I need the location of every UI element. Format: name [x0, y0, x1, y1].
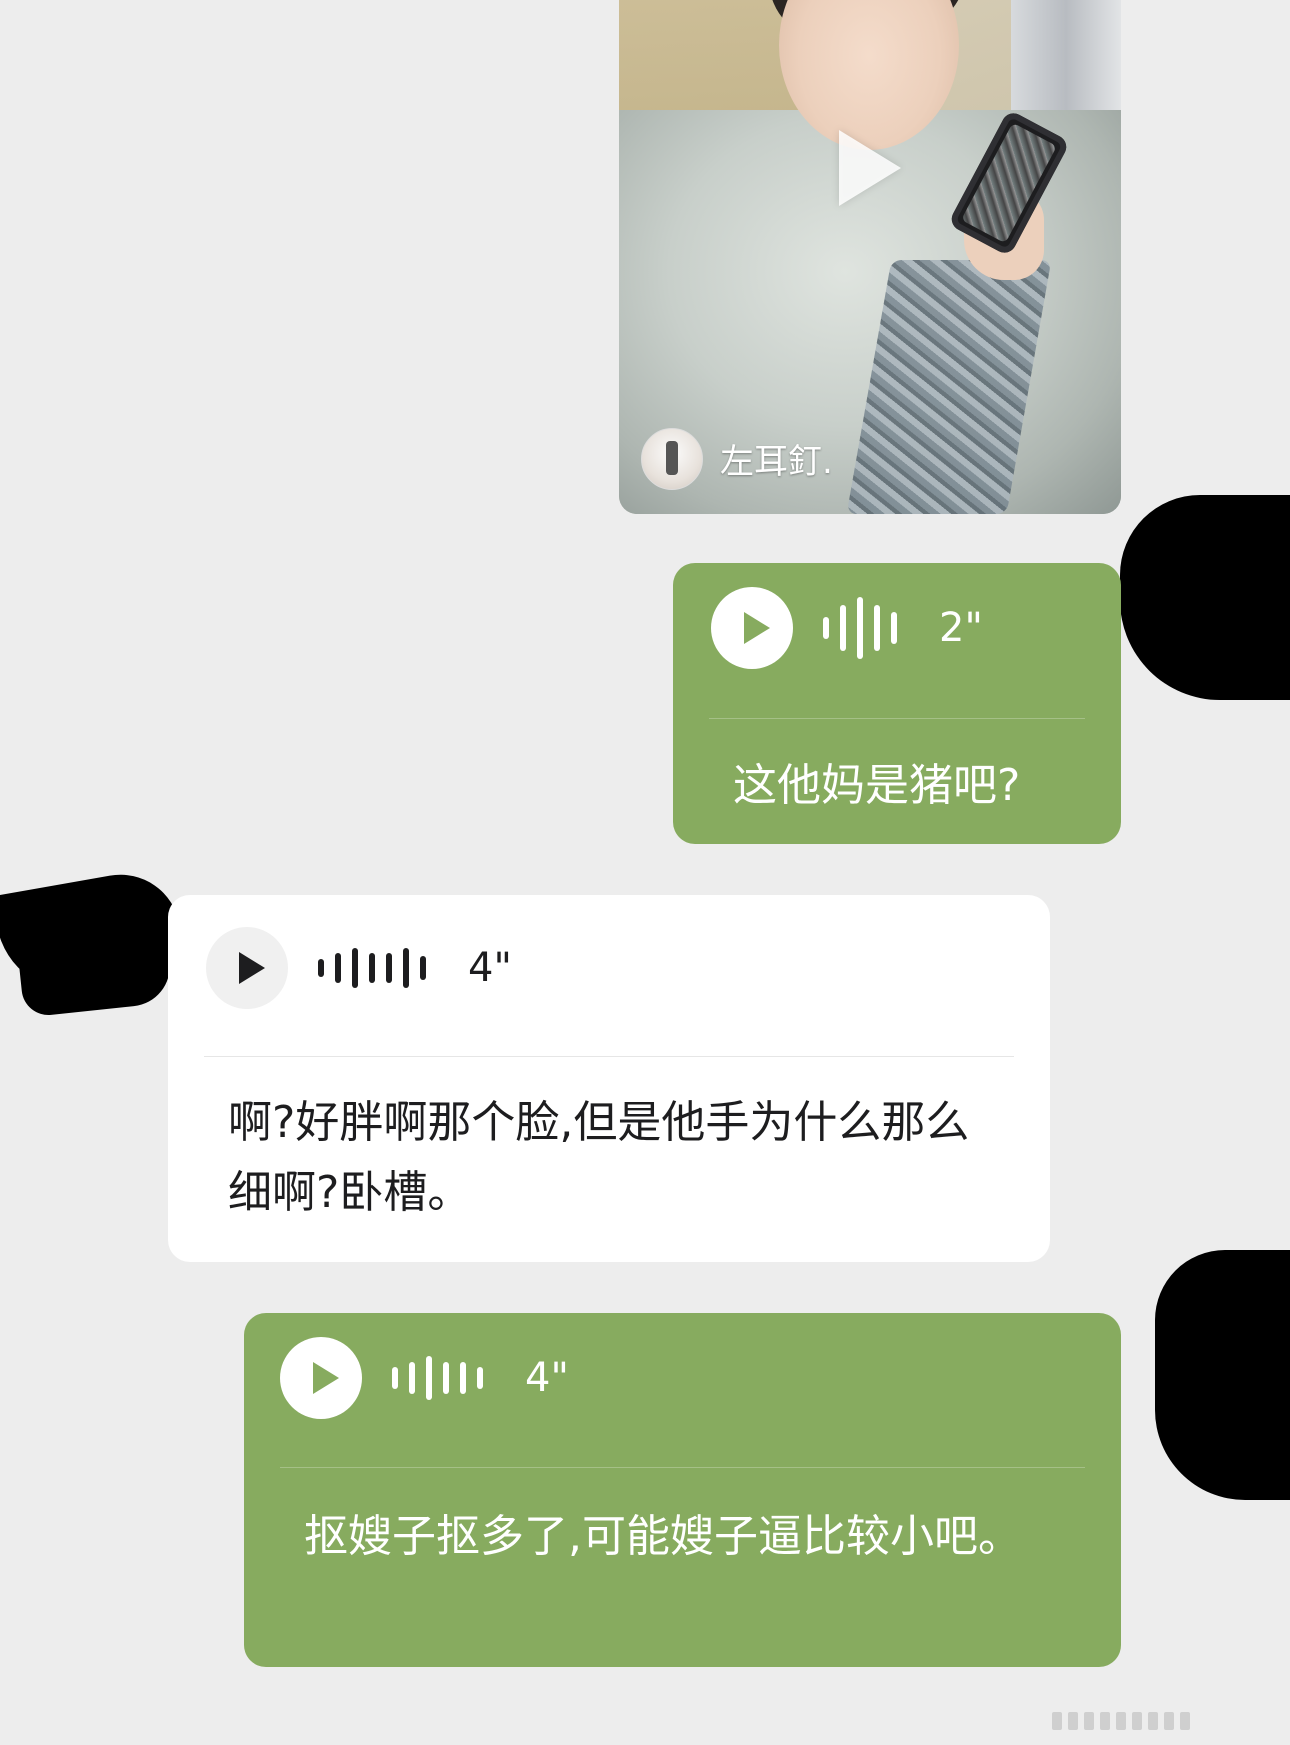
voice-duration: 2" — [939, 605, 983, 651]
soundwave-bar — [318, 959, 324, 977]
voice-row: 2" — [711, 587, 983, 669]
soundwave-bar — [874, 605, 880, 651]
redacted-avatar-right-2 — [1155, 1250, 1290, 1500]
voice-duration: 4" — [525, 1355, 569, 1401]
voice-row: 4" — [206, 927, 512, 1009]
soundwave-bar — [403, 948, 409, 988]
soundwave-bar — [443, 1362, 449, 1394]
transcript-text: 这他妈是猪吧? — [733, 760, 1021, 811]
soundwave-icon — [318, 948, 426, 988]
play-circle-icon[interactable] — [206, 927, 288, 1009]
soundwave-bar — [426, 1356, 432, 1400]
voice-row: 4" — [280, 1337, 569, 1419]
soundwave-bar — [823, 617, 829, 639]
soundwave-bar — [420, 956, 426, 980]
soundwave-bar — [891, 612, 897, 644]
soundwave-bar — [369, 953, 375, 983]
soundwave-bar — [386, 953, 392, 983]
redacted-avatar-right-1-part — [1160, 560, 1290, 700]
soundwave-bar — [409, 1362, 415, 1394]
voice-message-bubble[interactable]: 4" 抠嫂子抠多了,可能嫂子逼比较小吧。 — [244, 1313, 1121, 1667]
soundwave-icon — [392, 1356, 483, 1400]
author-name[interactable]: 左耳釘. — [720, 434, 833, 483]
divider — [204, 1056, 1014, 1057]
soundwave-bar — [460, 1362, 466, 1394]
redacted-avatar-left-part — [16, 922, 174, 1018]
play-triangle-icon[interactable] — [839, 130, 901, 206]
soundwave-icon — [823, 597, 897, 659]
divider — [709, 718, 1085, 719]
soundwave-bar — [857, 597, 863, 659]
transcript-text: 抠嫂子抠多了,可能嫂子逼比较小吧。 — [304, 1511, 1022, 1562]
voice-message-bubble[interactable]: 2" 这他妈是猪吧? — [673, 563, 1121, 844]
play-circle-icon[interactable] — [711, 587, 793, 669]
voice-duration: 4" — [468, 945, 512, 991]
watermark — [1052, 1712, 1190, 1730]
transcript-text: 啊?好胖啊那个脸,但是他手为什么那么细啊?卧槽。 — [228, 1097, 970, 1218]
soundwave-bar — [335, 953, 341, 983]
play-circle-icon[interactable] — [280, 1337, 362, 1419]
soundwave-bar — [392, 1367, 398, 1389]
soundwave-bar — [477, 1367, 483, 1389]
soundwave-bar — [840, 605, 846, 651]
soundwave-bar — [352, 948, 358, 988]
divider — [280, 1467, 1085, 1468]
author-avatar[interactable] — [641, 428, 703, 490]
voice-message-bubble[interactable]: 4" 啊?好胖啊那个脸,但是他手为什么那么细啊?卧槽。 — [168, 895, 1050, 1262]
video-message-card[interactable]: 左耳釘. — [619, 0, 1121, 514]
